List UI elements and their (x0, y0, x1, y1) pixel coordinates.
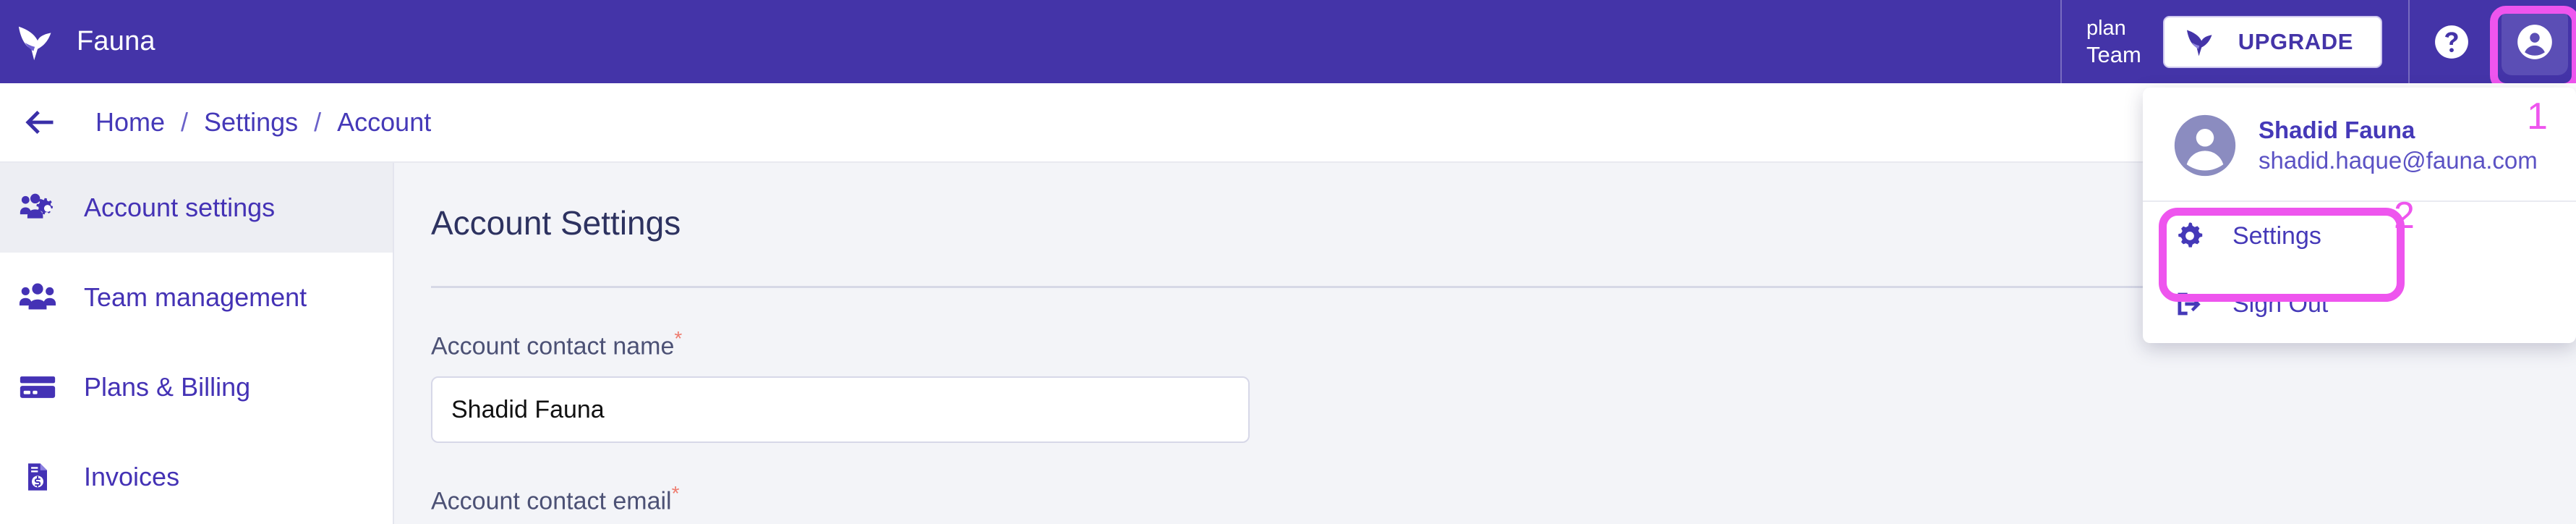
user-circle-icon (2516, 23, 2554, 61)
field-label: Account contact email* (431, 482, 2576, 515)
sidebar-item-plans-billing[interactable]: Plans & Billing (0, 342, 393, 432)
breadcrumb-item-home[interactable]: Home (95, 107, 165, 138)
sidebar-item-invoices[interactable]: Invoices (0, 432, 393, 522)
field-label-text: Account contact name (431, 332, 675, 360)
upgrade-button-label: UPGRADE (2238, 28, 2353, 54)
app-root: Fauna plan Team UPGRADE Home / Settings … (0, 0, 2576, 524)
arrow-left-icon (20, 103, 58, 141)
dropdown-item-settings[interactable]: Settings (2143, 202, 2576, 270)
plan-label: plan (2086, 16, 2126, 40)
breadcrumb-item-settings[interactable]: Settings (204, 107, 298, 138)
dropdown-item-label: Settings (2232, 221, 2321, 250)
sidebar-item-label: Account settings (84, 193, 276, 222)
dropdown-user-email: shadid.haque@fauna.com (2259, 147, 2538, 174)
required-asterisk: * (674, 327, 683, 350)
user-avatar-icon (2172, 112, 2238, 179)
user-dropdown-menu: Shadid Fauna shadid.haque@fauna.com Sett… (2143, 88, 2576, 343)
brand[interactable]: Fauna (0, 20, 155, 64)
breadcrumb: Home / Settings / Account (95, 107, 431, 138)
account-contact-name-input[interactable]: Shadid Fauna (431, 376, 1250, 444)
breadcrumb-item-account[interactable]: Account (337, 107, 431, 138)
upgrade-button[interactable]: UPGRADE (2162, 15, 2382, 68)
top-bar: Fauna plan Team UPGRADE (0, 0, 2576, 91)
dropdown-item-sign-out[interactable]: Sign Out (2143, 270, 2576, 338)
plan-indicator: plan Team (2062, 0, 2163, 83)
fauna-bird-logo-icon (16, 20, 61, 64)
sidebar-item-label: Team management (84, 282, 307, 312)
users-icon (19, 282, 62, 313)
question-circle-icon (2434, 24, 2470, 60)
dropdown-user-name: Shadid Fauna (2259, 117, 2415, 143)
dropdown-user-text: Shadid Fauna shadid.haque@fauna.com (2259, 117, 2538, 174)
upgrade-button-wrap: UPGRADE (2162, 0, 2408, 83)
breadcrumb-separator: / (314, 107, 322, 137)
sidebar-item-label: Invoices (84, 462, 180, 491)
dropdown-user-info[interactable]: Shadid Fauna shadid.haque@fauna.com (2143, 88, 2576, 200)
breadcrumb-separator: / (181, 107, 189, 137)
plan-value: Team (2086, 41, 2141, 67)
help-button[interactable] (2410, 0, 2493, 83)
fauna-bird-icon (2185, 25, 2219, 59)
avatar-button-container (2490, 0, 2576, 91)
dropdown-item-label: Sign Out (2232, 290, 2329, 318)
back-button[interactable] (20, 103, 58, 141)
brand-name: Fauna (77, 26, 155, 56)
account-avatar-button[interactable] (2501, 8, 2568, 75)
sign-out-icon (2173, 288, 2208, 320)
users-cog-icon (19, 192, 62, 224)
field-label-text: Account contact email (431, 487, 672, 515)
required-asterisk: * (671, 482, 680, 505)
sidebar-item-account-settings[interactable]: Account settings (0, 163, 393, 253)
file-invoice-dollar-icon (19, 461, 62, 493)
sidebar-item-team-management[interactable]: Team management (0, 253, 393, 342)
topbar-right-cluster: plan Team UPGRADE (2060, 0, 2576, 91)
field-account-contact-name: Account contact name* Shadid Fauna (431, 327, 2576, 444)
sidebar: Account settings Team management Plans &… (0, 163, 394, 524)
field-account-contact-email: Account contact email* (431, 482, 2576, 524)
credit-card-icon (19, 371, 62, 403)
sidebar-item-label: Plans & Billing (84, 372, 251, 402)
gear-icon (2173, 220, 2208, 252)
